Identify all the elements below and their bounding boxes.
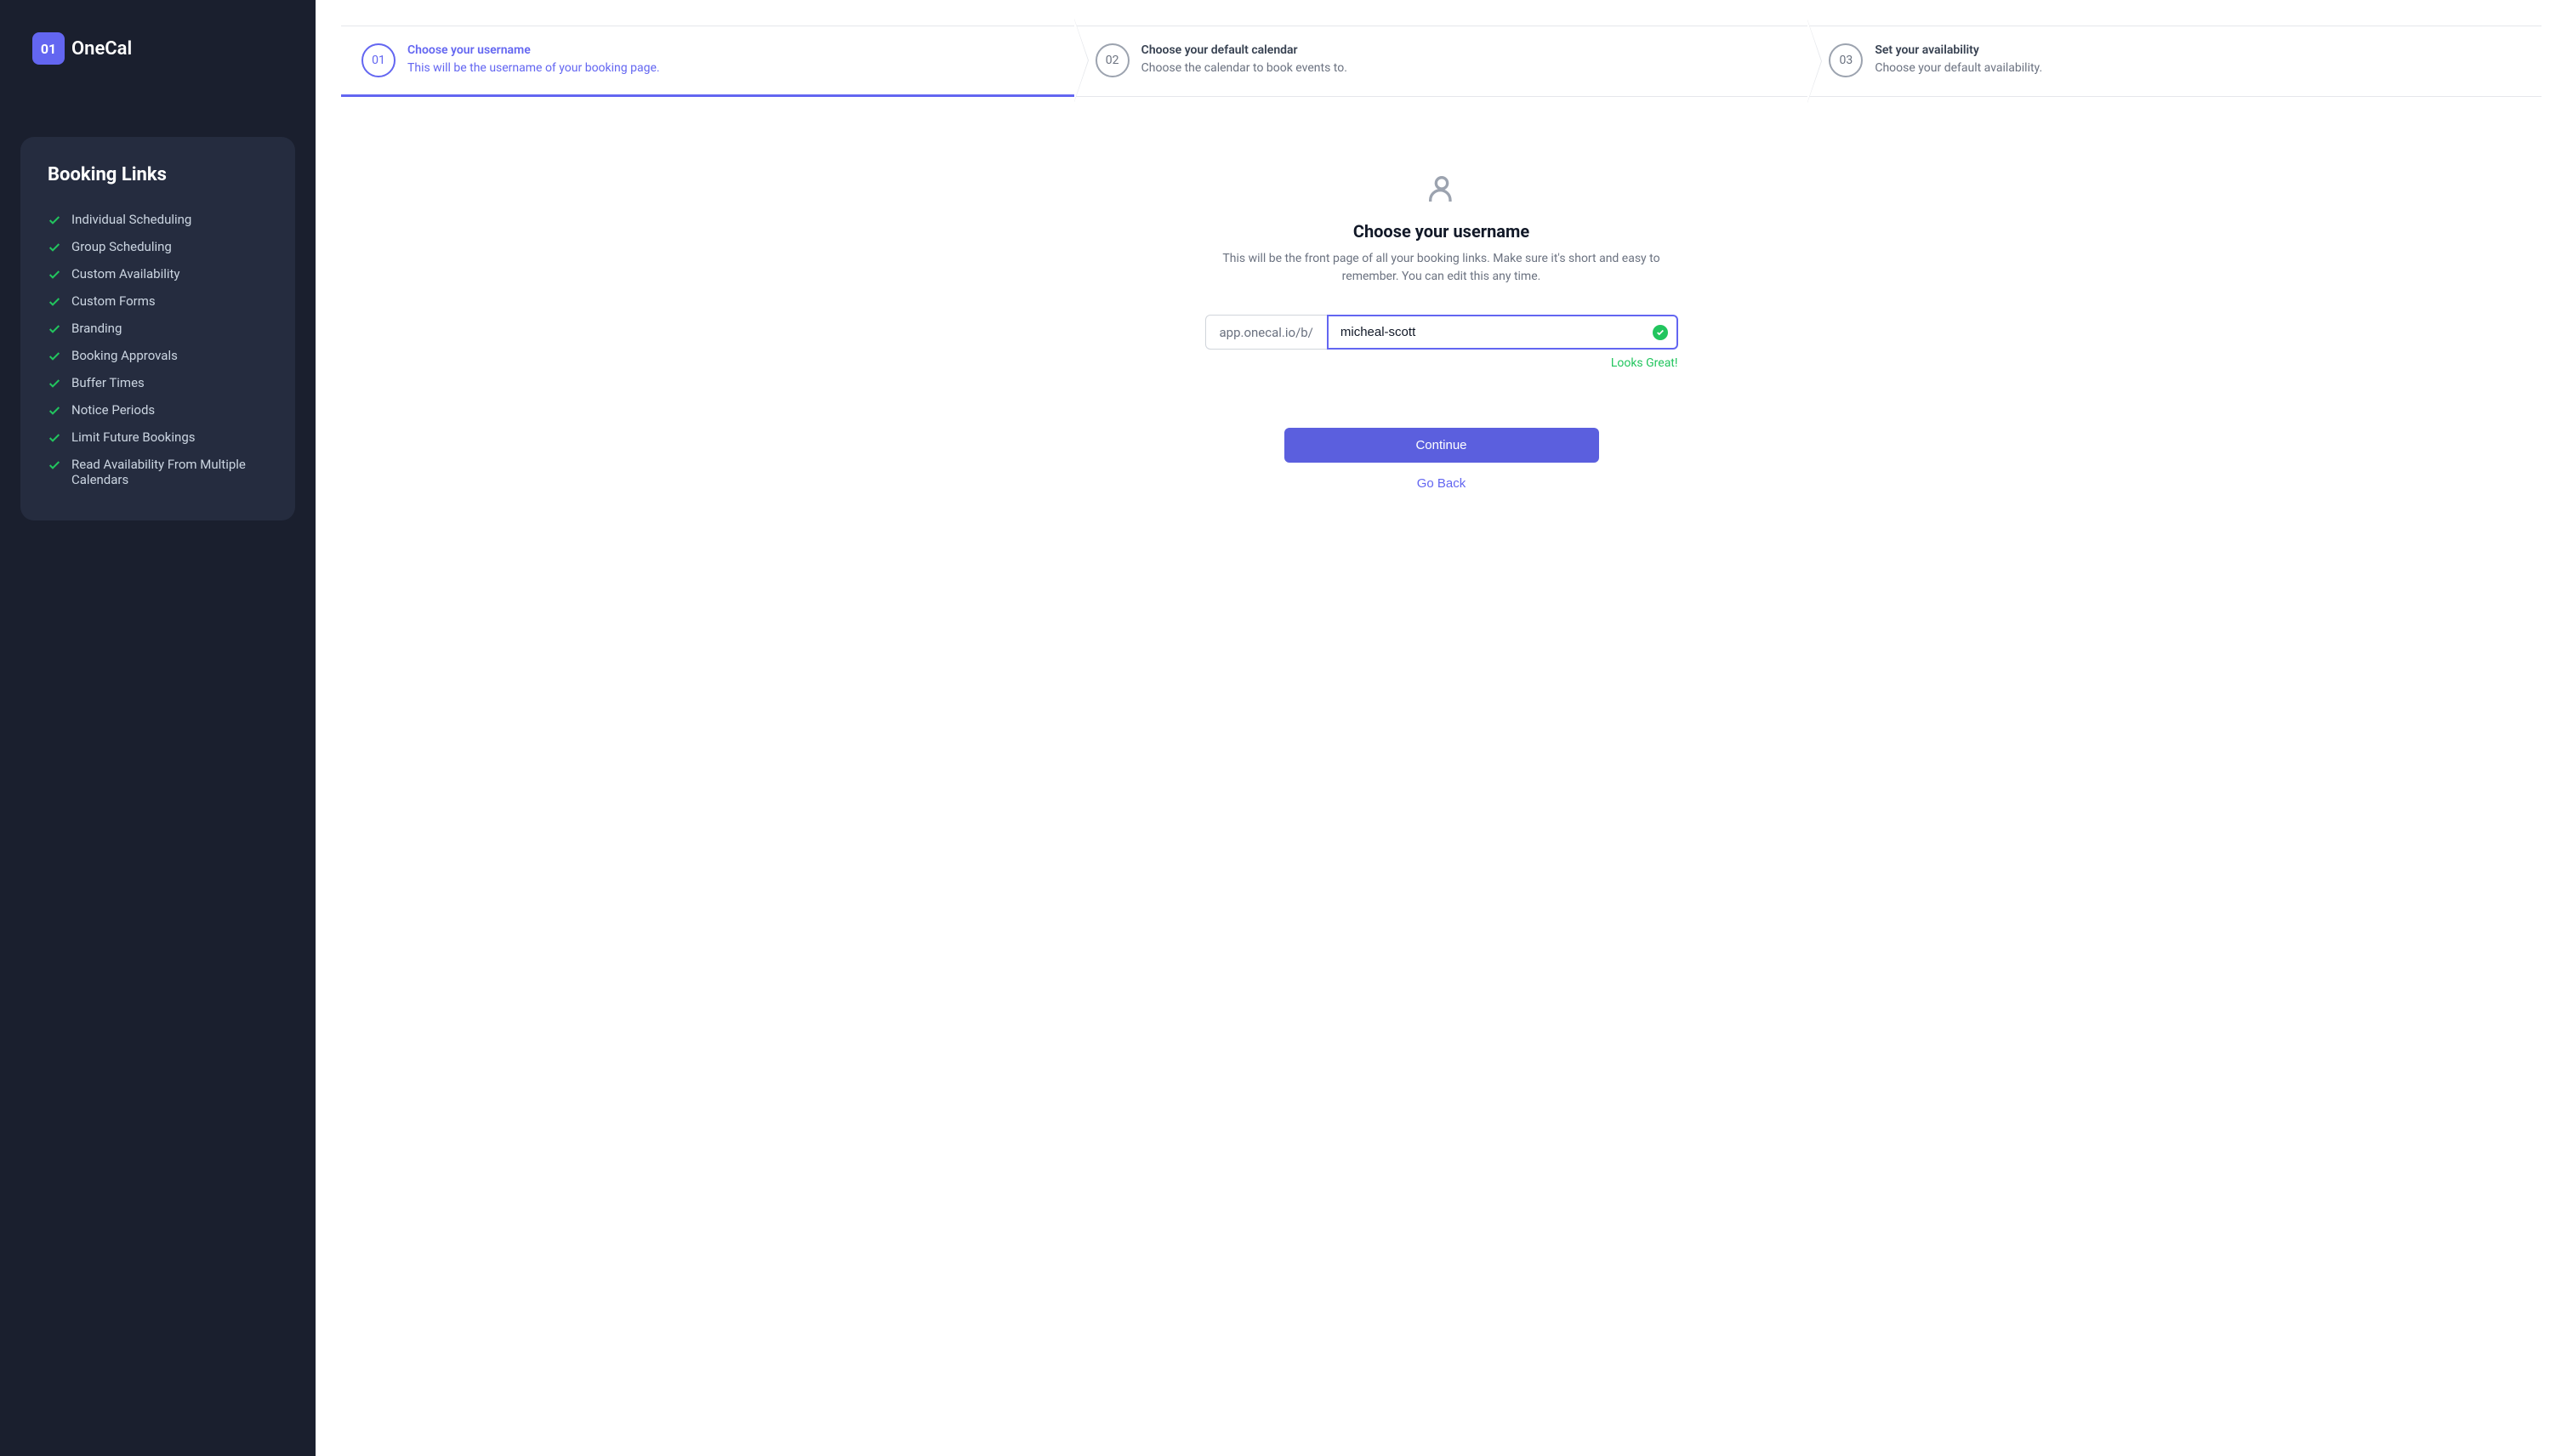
step-number: 01	[361, 43, 396, 77]
continue-button[interactable]: Continue	[1284, 428, 1599, 463]
step-1[interactable]: 01 Choose your username This will be the…	[341, 26, 1075, 97]
feature-item: Group Scheduling	[48, 233, 268, 260]
feature-item: Read Availability From Multiple Calendar…	[48, 451, 268, 493]
feature-label: Custom Forms	[71, 293, 156, 309]
feature-label: Custom Availability	[71, 266, 180, 282]
check-icon	[48, 322, 61, 336]
logo-mark-icon: 01	[32, 32, 65, 65]
brand-logo[interactable]: 01 OneCal	[20, 32, 295, 65]
page-heading: Choose your username	[1353, 221, 1529, 242]
validation-message: Looks Great!	[1205, 356, 1678, 370]
feature-item: Buffer Times	[48, 369, 268, 396]
step-content: Set your availability Choose your defaul…	[1875, 43, 2042, 79]
feature-label: Group Scheduling	[71, 239, 172, 254]
step-desc: This will be the username of your bookin…	[407, 60, 660, 77]
step-number: 03	[1829, 43, 1863, 77]
step-title: Choose your username	[407, 43, 660, 57]
go-back-button[interactable]: Go Back	[1417, 476, 1466, 491]
step-number: 02	[1096, 43, 1130, 77]
feature-label: Branding	[71, 321, 122, 336]
content-area: Choose your username This will be the fr…	[316, 97, 2567, 491]
check-icon	[48, 295, 61, 309]
feature-item: Custom Availability	[48, 260, 268, 287]
check-icon	[48, 241, 61, 254]
feature-label: Notice Periods	[71, 402, 155, 418]
step-desc: Choose the calendar to book events to.	[1141, 60, 1347, 77]
feature-item: Notice Periods	[48, 396, 268, 424]
input-wrapper	[1327, 315, 1678, 350]
check-icon	[48, 458, 61, 472]
feature-item: Individual Scheduling	[48, 206, 268, 233]
username-input[interactable]	[1327, 315, 1678, 350]
feature-list: Individual Scheduling Group Scheduling C…	[48, 206, 268, 493]
step-title: Set your availability	[1875, 43, 2042, 57]
check-icon	[48, 404, 61, 418]
url-prefix: app.onecal.io/b/	[1205, 315, 1327, 350]
card-title: Booking Links	[48, 164, 268, 185]
step-3[interactable]: 03 Set your availability Choose your def…	[1808, 26, 2541, 96]
check-icon	[48, 213, 61, 227]
feature-item: Booking Approvals	[48, 342, 268, 369]
check-icon	[48, 350, 61, 363]
check-icon	[48, 377, 61, 390]
step-content: Choose your default calendar Choose the …	[1141, 43, 1347, 79]
user-icon	[1425, 172, 1459, 206]
feature-label: Buffer Times	[71, 375, 145, 390]
step-title: Choose your default calendar	[1141, 43, 1347, 57]
feature-label: Individual Scheduling	[71, 212, 191, 227]
feature-item: Branding	[48, 315, 268, 342]
step-2[interactable]: 02 Choose your default calendar Choose t…	[1075, 26, 1809, 96]
feature-label: Read Availability From Multiple Calendar…	[71, 457, 268, 487]
feature-item: Limit Future Bookings	[48, 424, 268, 451]
step-content: Choose your username This will be the us…	[407, 43, 660, 77]
stepper: 01 Choose your username This will be the…	[341, 26, 2541, 97]
feature-item: Custom Forms	[48, 287, 268, 315]
step-desc: Choose your default availability.	[1875, 60, 2042, 77]
sidebar: 01 OneCal Booking Links Individual Sched…	[0, 0, 316, 1456]
feature-label: Booking Approvals	[71, 348, 178, 363]
username-input-group: app.onecal.io/b/	[1205, 315, 1678, 350]
feature-label: Limit Future Bookings	[71, 429, 196, 445]
check-circle-icon	[1653, 325, 1668, 340]
main-content: 01 Choose your username This will be the…	[316, 0, 2567, 1456]
check-icon	[48, 268, 61, 282]
features-card: Booking Links Individual Scheduling Grou…	[20, 137, 295, 520]
page-subtext: This will be the front page of all your …	[1221, 250, 1663, 286]
check-icon	[48, 431, 61, 445]
logo-text: OneCal	[71, 38, 132, 60]
